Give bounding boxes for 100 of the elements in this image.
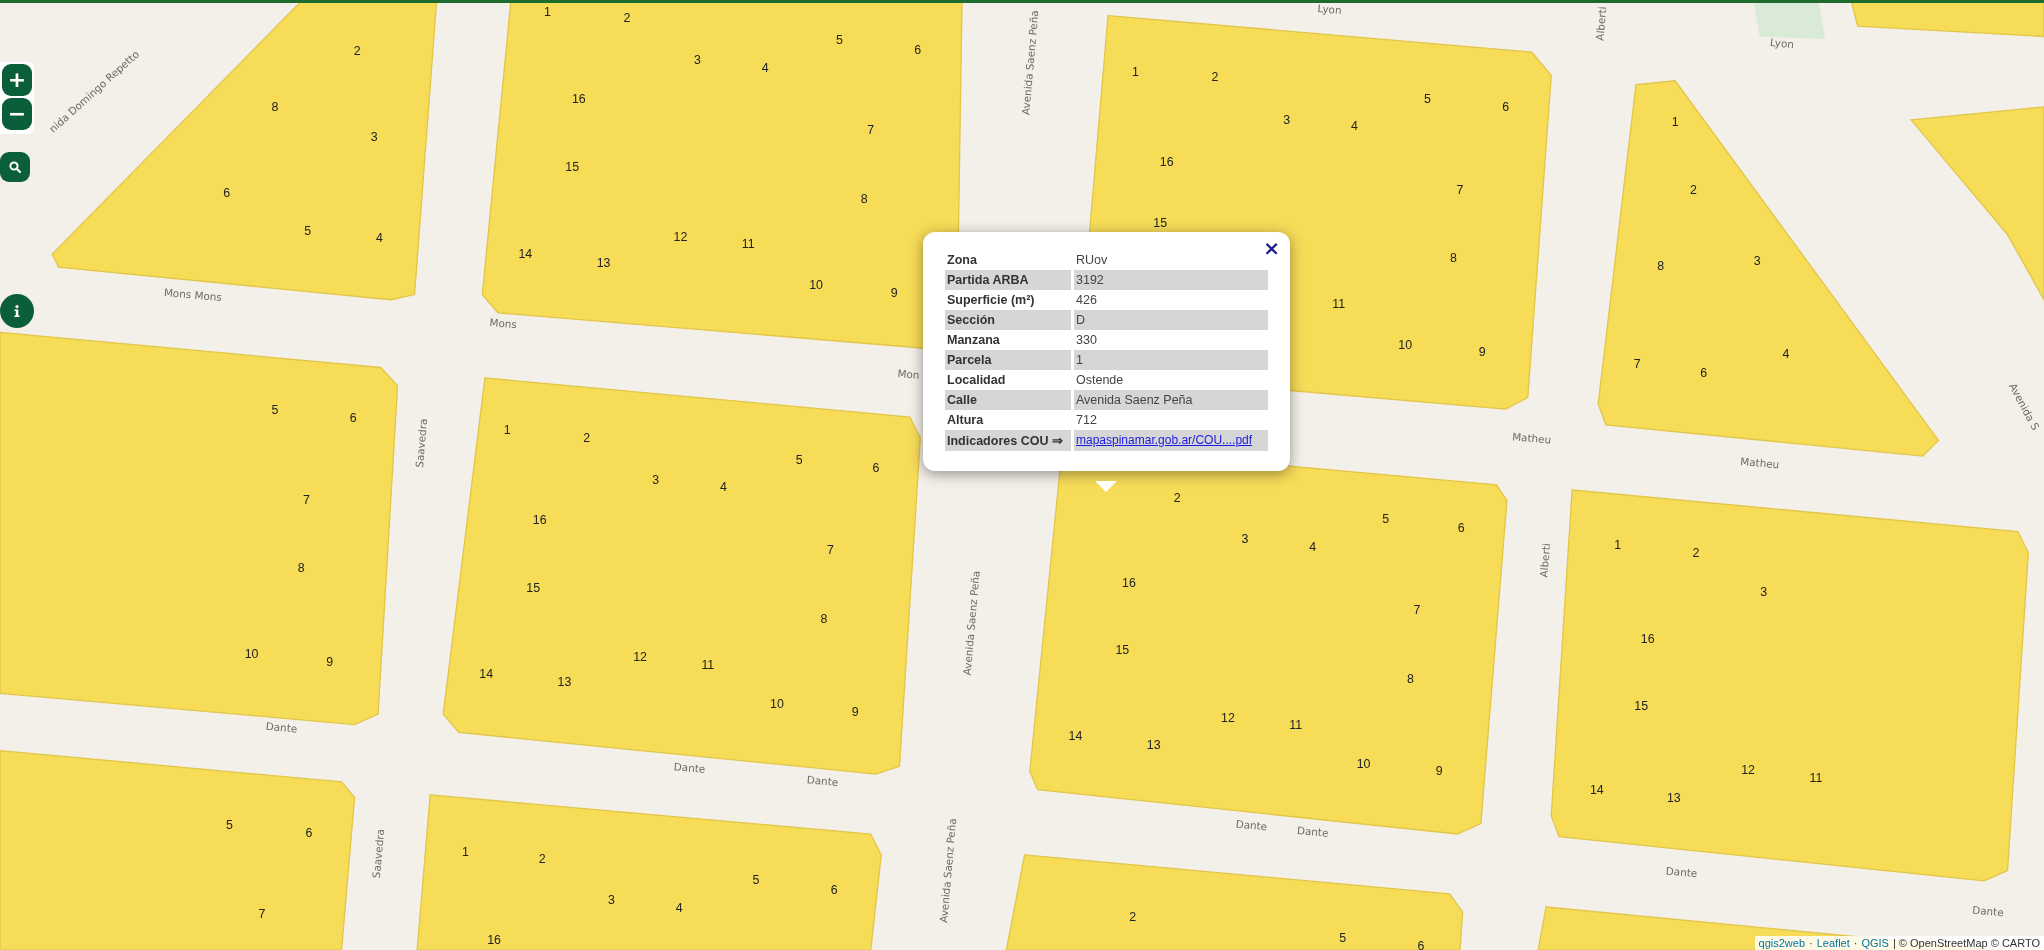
parcel-number: 6	[1417, 939, 1425, 950]
street-label: Lyon	[1317, 2, 1343, 17]
parcel-number: 2	[1129, 910, 1137, 925]
field-label: Parcela	[945, 350, 1071, 370]
parcel-number: 15	[1634, 699, 1649, 714]
parcel-number: 10	[1398, 338, 1413, 353]
parcel-number: 5	[1339, 931, 1347, 946]
parcel-number: 3	[370, 129, 378, 144]
parcel-number: 2	[1173, 490, 1181, 505]
street-label: Matheu	[1511, 430, 1552, 446]
parcel-number: 11	[1332, 296, 1346, 311]
parcel-number: 6	[1502, 99, 1510, 114]
field-value: 3192	[1074, 270, 1268, 290]
field-label: Zona	[946, 252, 978, 269]
parcel-number: 4	[1309, 540, 1317, 555]
parcel-number: 7	[258, 906, 266, 921]
search-button[interactable]	[0, 152, 30, 182]
parcel-number: 12	[633, 649, 647, 664]
parcel-number: 10	[1356, 756, 1371, 771]
attribution-text: | © OpenStreetMap © CARTO	[1892, 937, 2040, 949]
parcel-number: 10	[809, 278, 823, 293]
street-label: Avenida Saenz Peña	[1019, 9, 1041, 116]
attribution-text: ·	[1809, 937, 1813, 949]
parcel-number: 6	[830, 883, 838, 898]
parcel-number: 3	[1753, 253, 1761, 268]
parcel-number: 6	[914, 42, 922, 57]
zoom-out-button[interactable]: −	[2, 98, 32, 130]
field-label: Altura	[946, 412, 985, 429]
parcel-number: 2	[1689, 183, 1697, 198]
field-label: Manzana	[946, 332, 1001, 349]
zoom-in-button[interactable]: +	[2, 64, 32, 96]
parcel-number: 6	[349, 411, 357, 426]
field-label: Indicadores COU ⇒	[945, 430, 1071, 451]
parcel-number: 7	[1633, 356, 1641, 371]
street-label: Dante	[1235, 817, 1268, 833]
field-value: D	[1074, 310, 1268, 330]
street-label: Mon	[897, 367, 921, 381]
parcel-number: 3	[1241, 532, 1249, 547]
parcel-number: 8	[297, 561, 305, 576]
parcel-number: 12	[1741, 763, 1755, 778]
parcel-number: 13	[1146, 738, 1161, 753]
field-value: 1	[1074, 350, 1268, 370]
parcel-number: 15	[565, 159, 580, 174]
parcel-number: 7	[867, 123, 875, 138]
street-label: Avenida Saenz Peña	[960, 570, 982, 676]
field-label: Sección	[945, 310, 1071, 330]
parcel-number: 5	[795, 453, 803, 467]
street-label: Mons	[489, 316, 518, 331]
parcel-number: 2	[623, 11, 631, 26]
parcel-number: 1	[1131, 64, 1139, 79]
parcel-number: 3	[1760, 584, 1768, 599]
street-label: Dante	[1665, 864, 1698, 880]
parcel-number: 11	[1809, 771, 1823, 785]
field-value: 330	[1075, 332, 1098, 349]
field-value: 712	[1075, 412, 1098, 429]
parcel-number: 3	[607, 893, 615, 908]
parcel-number: 12	[1221, 711, 1235, 726]
street-label: Saavedra	[369, 828, 387, 879]
parcel-number: 5	[1382, 511, 1390, 526]
parcel-number: 2	[1692, 545, 1700, 560]
parcel-number: 16	[1159, 154, 1174, 169]
parcel-number: 8	[271, 99, 279, 114]
field-label: Localidad	[946, 372, 1007, 389]
parcel-number: 15	[1153, 215, 1168, 230]
parcel-number: 3	[1283, 112, 1291, 127]
parcel-number: 6	[1700, 365, 1708, 380]
attribution-link[interactable]: qgis2web	[1758, 937, 1806, 949]
parcel-number: 1	[503, 423, 511, 438]
parcel-number: 2	[538, 851, 546, 866]
parcel-number: 11	[701, 657, 715, 672]
parcel-number: 3	[693, 52, 701, 67]
parcel-number: 4	[1350, 119, 1358, 134]
attribution-text: ·	[1853, 937, 1858, 949]
attribution-link[interactable]: QGIS	[1861, 937, 1889, 949]
field-label: Partida ARBA	[945, 270, 1071, 290]
attribution-link[interactable]: Leaflet	[1816, 937, 1850, 949]
parcel-number: 6	[872, 460, 880, 475]
parcel-number: 5	[304, 223, 312, 238]
field-value: Avenida Saenz Peña	[1074, 390, 1268, 410]
street-label: Dante	[1296, 824, 1329, 839]
parcel-number: 13	[557, 674, 572, 689]
parcel-number: 8	[860, 192, 868, 207]
parcel-number: 9	[326, 655, 334, 669]
parcel-number: 10	[244, 647, 259, 662]
parcel-number: 5	[226, 817, 233, 832]
info-button[interactable]	[0, 294, 34, 328]
parcel-number: 5	[836, 33, 843, 48]
street-label: Mons Mons	[163, 286, 223, 303]
parcel-number: 9	[890, 286, 898, 301]
parcel-number: 6	[305, 825, 313, 840]
street-label: Dante	[1971, 903, 2005, 919]
parcel-number: 4	[1782, 347, 1790, 362]
street-label: Saavedra	[412, 418, 430, 469]
parcel-number: 16	[487, 932, 501, 947]
street-label: Alberti	[1537, 542, 1553, 578]
parcel-number: 7	[826, 542, 834, 557]
parcel-number: 8	[820, 612, 828, 626]
popup-tail	[1095, 481, 1117, 492]
close-button[interactable]: ×	[1263, 238, 1280, 258]
parcel-number: 13	[596, 256, 611, 271]
